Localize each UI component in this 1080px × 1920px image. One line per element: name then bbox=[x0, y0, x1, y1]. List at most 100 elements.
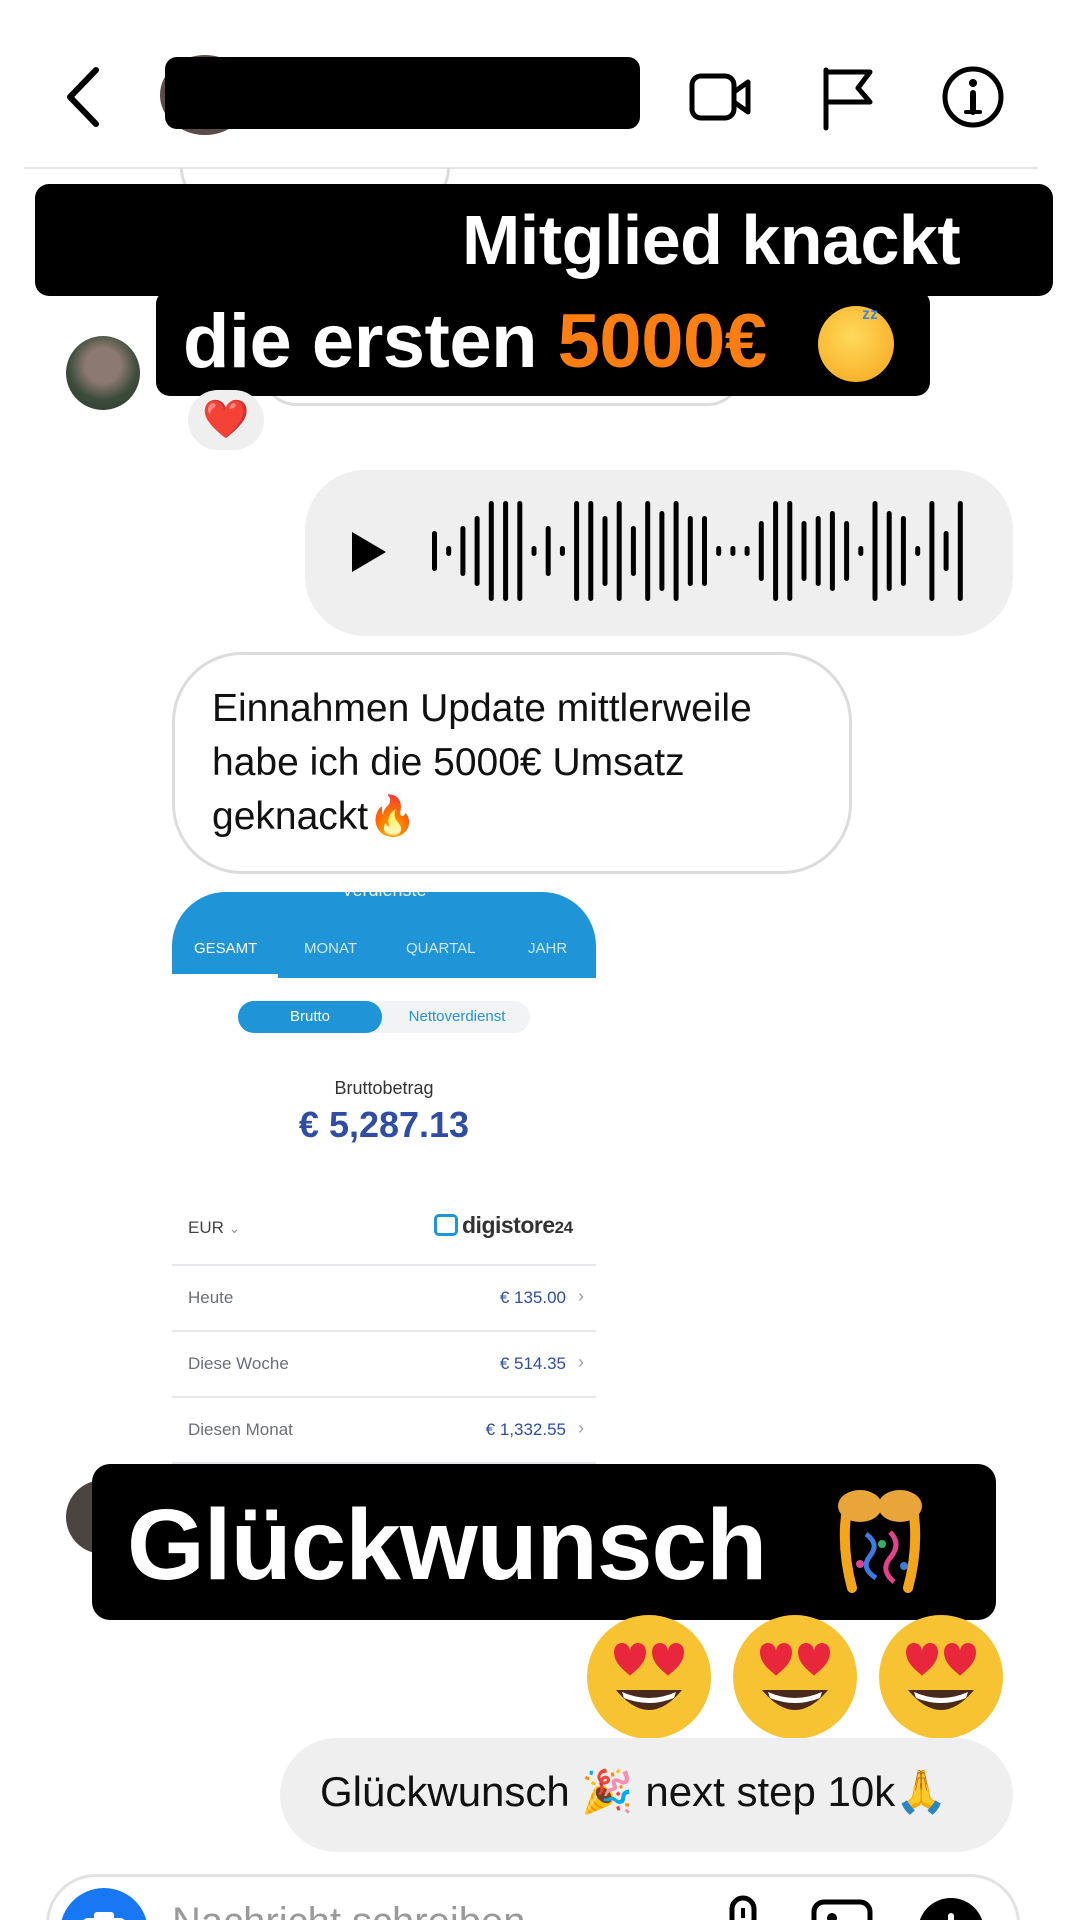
waveform-bar bbox=[702, 516, 707, 586]
waveform-bar bbox=[503, 501, 509, 601]
waveform-bar bbox=[517, 501, 523, 601]
info-button[interactable] bbox=[938, 62, 1008, 132]
waveform-bar bbox=[574, 501, 580, 601]
message-input[interactable]: Nachricht schreiben… bbox=[172, 1900, 566, 1920]
tab-underline bbox=[172, 974, 278, 978]
zzz-glyph: ᶻᶻ bbox=[862, 304, 878, 329]
brutto-label: Bruttobetrag bbox=[334, 1078, 434, 1098]
digistore-mark-icon bbox=[434, 1214, 458, 1236]
waveform-bar bbox=[915, 546, 921, 556]
info-icon bbox=[942, 66, 1004, 128]
story-caption-line2: die ersten 5000€ bbox=[183, 298, 767, 385]
waveform-bar bbox=[659, 511, 665, 591]
screenshot-tab-monat: MONAT bbox=[304, 940, 358, 957]
back-button[interactable] bbox=[60, 62, 110, 132]
waveform-bar bbox=[957, 501, 963, 601]
chevron-right-icon: › bbox=[578, 1418, 584, 1438]
gallery-button[interactable] bbox=[810, 1896, 874, 1920]
row-label: Diese Woche bbox=[188, 1354, 289, 1373]
voice-waveform bbox=[432, 501, 963, 601]
earnings-screenshot[interactable]: Verdienste GESAMT MONAT QUARTAL JAHR Bru… bbox=[172, 892, 596, 1466]
waveform-bar bbox=[446, 546, 452, 556]
report-button[interactable] bbox=[814, 62, 884, 132]
waveform-bar bbox=[815, 516, 821, 586]
waveform-bar bbox=[687, 516, 693, 586]
waveform-bar bbox=[630, 526, 636, 576]
brand-suffix: 24 bbox=[554, 1218, 573, 1237]
row-value: € 1,332.55 bbox=[485, 1420, 566, 1439]
earnings-row: Diesen Monat € 1,332.55 › bbox=[172, 1396, 596, 1462]
video-call-button[interactable] bbox=[686, 62, 756, 132]
chevron-right-icon: › bbox=[578, 1352, 584, 1372]
chevron-left-icon bbox=[67, 67, 99, 127]
waveform-bar bbox=[730, 546, 736, 556]
row-label: Diesen Monat bbox=[188, 1420, 293, 1439]
waveform-bar bbox=[858, 546, 864, 556]
waveform-bar bbox=[531, 546, 537, 556]
story-caption-bottom: Glückwunsch bbox=[127, 1489, 767, 1601]
waveform-bar bbox=[943, 531, 949, 571]
waveform-bar bbox=[460, 526, 466, 576]
camera-button[interactable] bbox=[60, 1888, 148, 1920]
waveform-bar bbox=[645, 501, 651, 601]
waveform-bar bbox=[758, 521, 764, 581]
microphone-icon bbox=[729, 1895, 757, 1920]
flag-icon bbox=[823, 67, 873, 131]
waveform-bar bbox=[844, 521, 850, 581]
camera-icon bbox=[83, 1912, 125, 1920]
heart-eyes-emoji bbox=[879, 1615, 1003, 1739]
row-value: € 135.00 bbox=[499, 1288, 566, 1307]
party-popper-icon bbox=[838, 1490, 922, 1593]
screenshot-tab-gesamt: GESAMT bbox=[194, 940, 258, 957]
toggle-brutto: Brutto bbox=[238, 1001, 382, 1033]
row-label: Heute bbox=[188, 1288, 234, 1307]
chevron-down-icon: ⌄ bbox=[228, 1220, 241, 1236]
header-divider bbox=[24, 167, 1038, 169]
sender-avatar[interactable] bbox=[66, 336, 140, 410]
waveform-bar bbox=[488, 501, 494, 601]
caption-prefix: die ersten bbox=[183, 299, 558, 384]
play-icon bbox=[352, 532, 386, 572]
earnings-row: Diese Woche € 514.35 › bbox=[172, 1330, 596, 1396]
waveform-bar bbox=[588, 501, 594, 601]
row-value: € 514.35 bbox=[499, 1354, 566, 1373]
waveform-bar bbox=[616, 501, 622, 601]
currency-label: EUR bbox=[188, 1218, 224, 1237]
earnings-row: Heute € 135.00 › bbox=[172, 1264, 596, 1330]
waveform-bar bbox=[559, 546, 565, 556]
play-button[interactable] bbox=[348, 530, 388, 574]
screenshot-header bbox=[172, 892, 596, 978]
waveform-bar bbox=[801, 521, 807, 581]
sleeping-face-emoji bbox=[818, 306, 894, 382]
chevron-right-icon: › bbox=[578, 1286, 584, 1306]
screenshot-tab-jahr: JAHR bbox=[528, 940, 568, 957]
waveform-bar bbox=[744, 546, 750, 556]
screenshot-title: Verdienste bbox=[172, 892, 596, 901]
brand-name: digistore bbox=[462, 1212, 555, 1238]
waveform-bar bbox=[886, 511, 892, 591]
heart-eyes-emoji bbox=[733, 1615, 857, 1739]
waveform-bar bbox=[787, 501, 793, 601]
waveform-bar bbox=[829, 511, 835, 591]
heart-reaction[interactable]: ❤️ bbox=[188, 390, 264, 450]
currency-select: EUR ⌄ bbox=[188, 1218, 240, 1238]
microphone-button[interactable] bbox=[718, 1894, 768, 1920]
story-caption-line1: Mitglied knackt bbox=[462, 201, 961, 279]
brutto-value: € 5,287.13 bbox=[298, 1104, 470, 1145]
plus-button[interactable] bbox=[918, 1898, 984, 1920]
heart-eyes-emoji bbox=[587, 1615, 711, 1739]
contact-name-redacted[interactable] bbox=[165, 57, 640, 129]
screenshot-tab-quartal: QUARTAL bbox=[406, 940, 476, 957]
waveform-bar bbox=[773, 501, 779, 601]
incoming-message-text: Einnahmen Update mittlerweile habe ich d… bbox=[212, 687, 752, 838]
gallery-icon bbox=[811, 1899, 873, 1920]
caption-amount: 5000€ bbox=[557, 299, 767, 384]
waveform-bar bbox=[602, 516, 608, 586]
waveform-bar bbox=[872, 501, 878, 601]
toggle-netto: Nettoverdienst bbox=[408, 1008, 506, 1025]
outgoing-message-text: Glückwunsch 🎉 next step 10k🙏 bbox=[320, 1768, 948, 1815]
waveform-bar bbox=[545, 526, 551, 576]
waveform-bar bbox=[929, 501, 935, 601]
waveform-bar bbox=[432, 531, 437, 571]
waveform-bar bbox=[673, 501, 679, 601]
